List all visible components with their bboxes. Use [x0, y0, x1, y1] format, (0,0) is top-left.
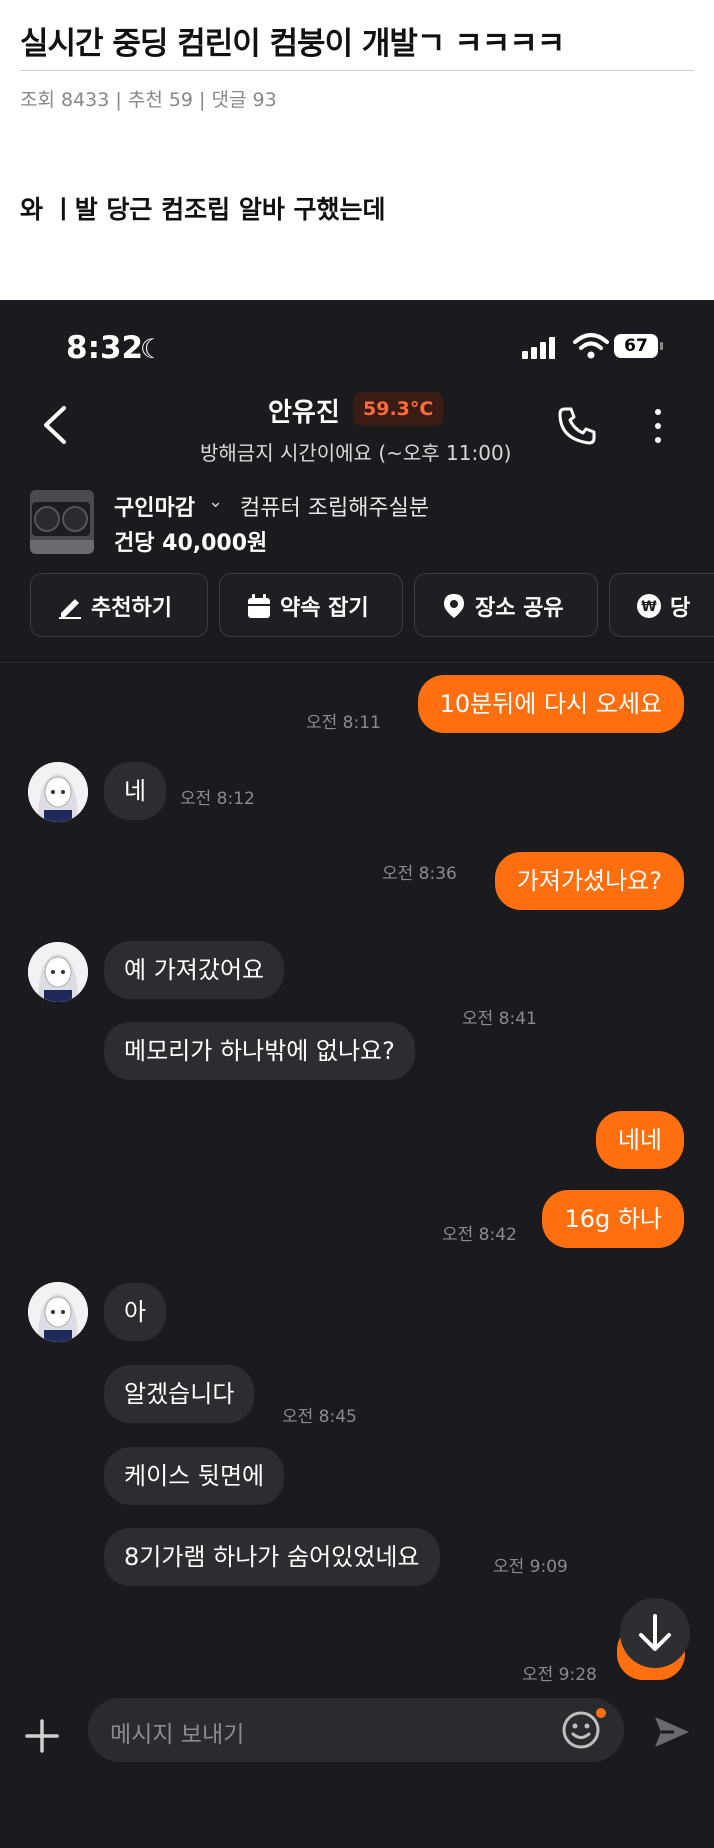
chat-partner-name: 안유진 — [268, 398, 340, 428]
message-time: 오전 8:41 — [462, 1009, 537, 1029]
phone-call-icon[interactable] — [556, 405, 598, 447]
svg-text:₩: ₩ — [641, 599, 657, 615]
message-time: 오전 8:12 — [180, 789, 255, 809]
make-appointment-label: 약속 잡기 — [280, 596, 369, 621]
message-time: 오전 8:11 — [306, 713, 381, 733]
message-bubble-received[interactable]: 예 가져갔어요 — [104, 941, 285, 999]
message-bubble-received[interactable]: 8기가램 하나가 숨어있었네요 — [104, 1528, 440, 1586]
wifi-icon — [573, 333, 609, 359]
make-appointment-button[interactable]: 약속 잡기 — [219, 573, 403, 637]
message-time: 오전 8:36 — [382, 864, 457, 884]
product-status: 구인마감 — [114, 496, 195, 521]
won-coin-icon: ₩ — [637, 594, 661, 618]
message-time: 오전 9:09 — [493, 1557, 568, 1577]
avatar-illustration — [28, 762, 88, 822]
signal-icon — [522, 337, 562, 359]
do-not-disturb-notice: 방해금지 시간이에요 (~오후 11:00) — [200, 441, 512, 465]
post-body-text: 와 ㅣ발 당근 컴조립 알바 구했는데 — [20, 195, 386, 224]
manner-temperature-badge: 59.3°C — [353, 392, 444, 426]
partner-avatar[interactable] — [28, 942, 88, 1002]
pencil-icon — [59, 599, 81, 619]
post-meta: 조회 8433 | 추천 59 | 댓글 93 — [20, 89, 277, 111]
more-options-icon[interactable] — [648, 405, 668, 447]
arrow-down-icon — [639, 1614, 671, 1651]
scroll-to-bottom-button[interactable] — [620, 1598, 690, 1668]
message-time: 오전 8:42 — [442, 1225, 517, 1245]
message-bubble-sent[interactable]: 네네 — [595, 1111, 684, 1169]
product-name: 컴퓨터 조립해주실분 — [240, 496, 430, 521]
back-arrow-icon[interactable] — [36, 400, 76, 450]
message-bubble-received[interactable]: 아 — [104, 1283, 167, 1341]
share-location-label: 장소 공유 — [475, 596, 564, 621]
product-thumbnail[interactable] — [30, 490, 94, 554]
partner-avatar[interactable] — [28, 762, 88, 822]
avatar-illustration — [28, 1282, 88, 1342]
message-bubble-received[interactable]: 알겠습니다 — [104, 1365, 255, 1423]
header-divider — [0, 662, 714, 663]
moon-icon: ☾ — [140, 334, 165, 365]
avatar-illustration — [28, 942, 88, 1002]
product-price: 건당 40,000원 — [114, 531, 268, 556]
share-location-button[interactable]: 장소 공유 — [414, 573, 598, 637]
recommend-button[interactable]: 추천하기 — [30, 573, 208, 637]
post-header: 실시간 중딩 컴린이 컴붕이 개발ㄱ ㅋㅋㅋㅋ 조회 8433 | 추천 59 … — [0, 0, 714, 300]
pay-button[interactable]: ₩ 당 — [609, 573, 714, 637]
chevron-down-icon[interactable]: ⌄ — [208, 491, 223, 512]
calendar-icon — [248, 594, 270, 618]
partner-avatar[interactable] — [28, 1282, 88, 1342]
message-bubble-sent[interactable]: 가져가셨나요? — [494, 852, 684, 910]
message-bubble-received[interactable]: 케이스 뒷면에 — [104, 1447, 285, 1505]
pay-label: 당 — [670, 596, 691, 621]
message-bubble-sent[interactable]: 16g 하나 — [542, 1190, 684, 1248]
post-divider — [20, 70, 694, 71]
message-bubble-received[interactable]: 메모리가 하나밖에 없나요? — [104, 1022, 415, 1080]
battery-icon: 67 — [614, 334, 663, 358]
message-bubble-sent[interactable]: 10분뒤에 다시 오세요 — [417, 675, 684, 733]
location-pin-icon — [444, 594, 464, 618]
recommend-label: 추천하기 — [91, 596, 172, 621]
message-time: 오전 8:45 — [282, 1407, 357, 1427]
graphics-card-image — [30, 490, 94, 554]
post-title: 실시간 중딩 컴린이 컴붕이 개발ㄱ ㅋㅋㅋㅋ — [20, 26, 565, 62]
message-bubble-received[interactable]: 네 — [104, 762, 167, 820]
chat-screenshot: 8:32 ☾ 67 안유진 59.3°C 방해금지 시간이에요 (~오후 11:… — [0, 300, 714, 1848]
status-time: 8:32 — [66, 330, 144, 366]
